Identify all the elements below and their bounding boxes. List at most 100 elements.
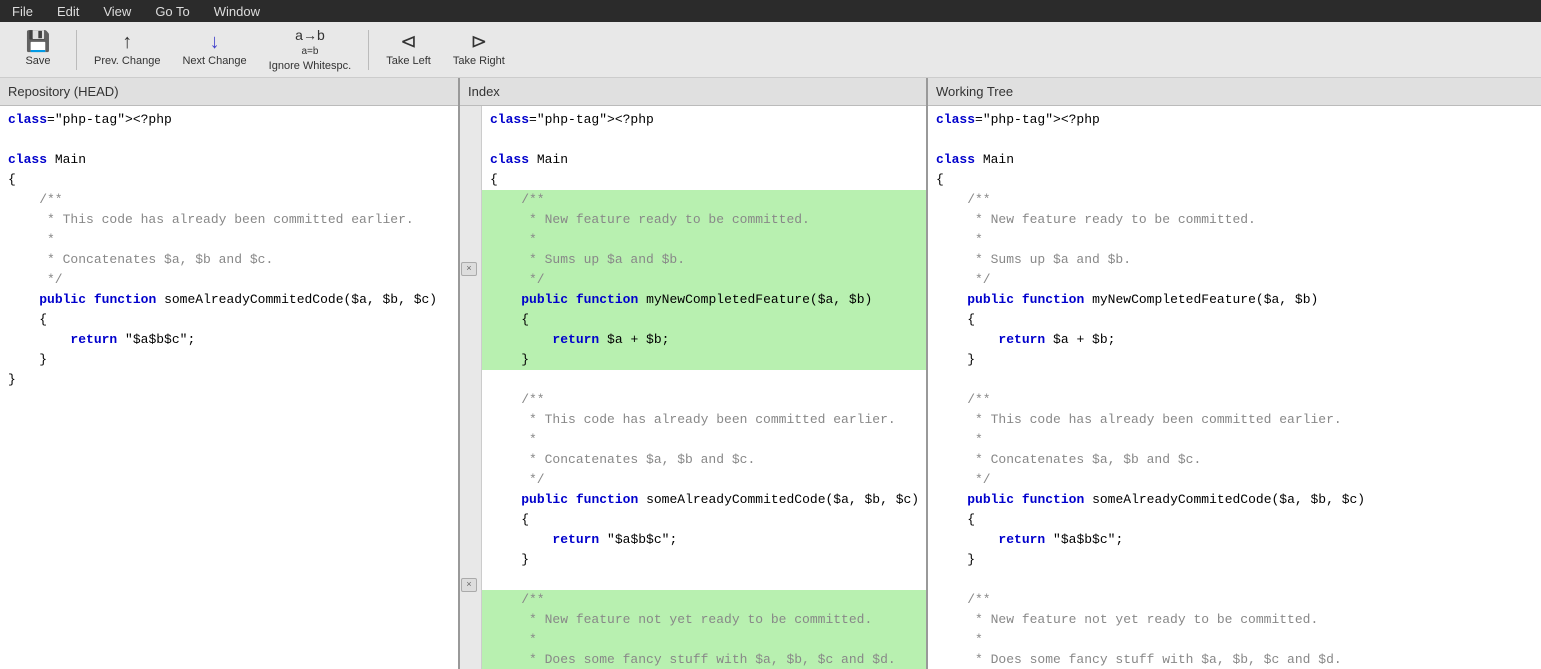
code-line: *: [0, 230, 458, 250]
menu-view[interactable]: View: [99, 2, 135, 21]
next-change-button[interactable]: ↓ Next Change: [173, 26, 255, 74]
code-line: class="php-tag"><?php: [928, 110, 1541, 130]
x-button-1[interactable]: ×: [461, 262, 477, 276]
code-line: * Does some fancy stuff with $a, $b, $c …: [482, 650, 926, 669]
middle-panel: Index × × class="php-tag"><?php class Ma…: [460, 78, 928, 669]
code-line: public function myNewCompletedFeature($a…: [482, 290, 926, 310]
code-line: return "$a$b$c";: [482, 530, 926, 550]
code-line: *: [482, 430, 926, 450]
code-line: {: [928, 510, 1541, 530]
code-line: return $a + $b;: [928, 330, 1541, 350]
separator-2: [368, 30, 369, 70]
take-left-icon: ⊲: [400, 32, 417, 52]
code-line: [928, 130, 1541, 150]
x-button-2[interactable]: ×: [461, 578, 477, 592]
code-line: {: [482, 310, 926, 330]
code-line: /**: [0, 190, 458, 210]
save-icon: 💾: [26, 32, 51, 52]
code-line: * Concatenates $a, $b and $c.: [928, 450, 1541, 470]
code-line: */: [482, 270, 926, 290]
code-line: [482, 570, 926, 590]
separator-1: [76, 30, 77, 70]
code-line: * New feature not yet ready to be commit…: [928, 610, 1541, 630]
toolbar: 💾 Save ↑ Prev. Change ↓ Next Change a→ba…: [0, 22, 1541, 78]
next-change-label: Next Change: [182, 55, 246, 67]
code-line: */: [928, 270, 1541, 290]
code-line: {: [928, 170, 1541, 190]
code-line: * This code has already been committed e…: [928, 410, 1541, 430]
code-line: /**: [928, 390, 1541, 410]
code-line: }: [0, 370, 458, 390]
next-change-icon: ↓: [210, 32, 220, 52]
code-line: public function someAlreadyCommitedCode(…: [928, 490, 1541, 510]
take-right-button[interactable]: ⊳ Take Right: [444, 26, 514, 74]
code-line: * This code has already been committed e…: [482, 410, 926, 430]
middle-panel-header: Index: [460, 78, 926, 106]
prev-change-button[interactable]: ↑ Prev. Change: [85, 26, 169, 74]
menu-goto[interactable]: Go To: [151, 2, 193, 21]
code-line: return "$a$b$c";: [0, 330, 458, 350]
right-panel-header: Working Tree: [928, 78, 1541, 106]
code-line: return "$a$b$c";: [928, 530, 1541, 550]
code-line: {: [0, 170, 458, 190]
right-panel-content[interactable]: class="php-tag"><?php class Main{ /** * …: [928, 106, 1541, 669]
ignore-whitespace-button[interactable]: a→ba=b Ignore Whitespc.: [260, 26, 361, 74]
middle-gutter: × ×: [460, 106, 482, 669]
code-line: class="php-tag"><?php: [0, 110, 458, 130]
code-line: */: [0, 270, 458, 290]
code-line: [0, 130, 458, 150]
menu-file[interactable]: File: [8, 2, 37, 21]
code-line: [482, 370, 926, 390]
code-line: {: [482, 170, 926, 190]
code-line: * This code has already been committed e…: [0, 210, 458, 230]
code-line: }: [0, 350, 458, 370]
code-line: [928, 370, 1541, 390]
take-left-button[interactable]: ⊲ Take Left: [377, 26, 440, 74]
prev-change-label: Prev. Change: [94, 55, 160, 67]
save-button[interactable]: 💾 Save: [8, 26, 68, 74]
code-line: }: [928, 550, 1541, 570]
code-line: *: [482, 630, 926, 650]
code-line: class Main: [928, 150, 1541, 170]
code-line: *: [928, 630, 1541, 650]
code-line: /**: [482, 390, 926, 410]
code-line: }: [482, 350, 926, 370]
menu-edit[interactable]: Edit: [53, 2, 83, 21]
code-line: * Sums up $a and $b.: [482, 250, 926, 270]
menubar: File Edit View Go To Window: [0, 0, 1541, 22]
left-panel-header: Repository (HEAD): [0, 78, 458, 106]
code-line: return $a + $b;: [482, 330, 926, 350]
code-line: [928, 570, 1541, 590]
code-line: {: [928, 310, 1541, 330]
take-right-label: Take Right: [453, 55, 505, 67]
code-line: * Does some fancy stuff with $a, $b, $c …: [928, 650, 1541, 669]
middle-panel-content[interactable]: class="php-tag"><?php class Main{ /** * …: [460, 106, 926, 669]
code-line: * New feature ready to be committed.: [482, 210, 926, 230]
ignore-ws-icon: a→ba=b: [295, 28, 325, 57]
code-line: /**: [482, 590, 926, 610]
code-line: }: [928, 350, 1541, 370]
code-line: class="php-tag"><?php: [482, 110, 926, 130]
code-line: /**: [482, 190, 926, 210]
code-line: * Sums up $a and $b.: [928, 250, 1541, 270]
menu-window[interactable]: Window: [210, 2, 264, 21]
code-line: [482, 130, 926, 150]
code-line: * New feature ready to be committed.: [928, 210, 1541, 230]
code-line: class Main: [482, 150, 926, 170]
code-line: *: [928, 230, 1541, 250]
save-label: Save: [25, 55, 50, 67]
code-line: *: [482, 230, 926, 250]
code-line: * New feature not yet ready to be commit…: [482, 610, 926, 630]
code-line: {: [0, 310, 458, 330]
ignore-ws-label: Ignore Whitespc.: [269, 60, 352, 72]
right-panel: Working Tree class="php-tag"><?php class…: [928, 78, 1541, 669]
code-line: public function myNewCompletedFeature($a…: [928, 290, 1541, 310]
diff-panels: Repository (HEAD) class="php-tag"><?php …: [0, 78, 1541, 669]
code-line: */: [482, 470, 926, 490]
left-panel: Repository (HEAD) class="php-tag"><?php …: [0, 78, 460, 669]
take-right-icon: ⊳: [470, 32, 487, 52]
left-panel-content[interactable]: class="php-tag"><?php class Main{ /** * …: [0, 106, 458, 669]
code-line: class Main: [0, 150, 458, 170]
code-line: }: [482, 550, 926, 570]
code-line: public function someAlreadyCommitedCode(…: [0, 290, 458, 310]
